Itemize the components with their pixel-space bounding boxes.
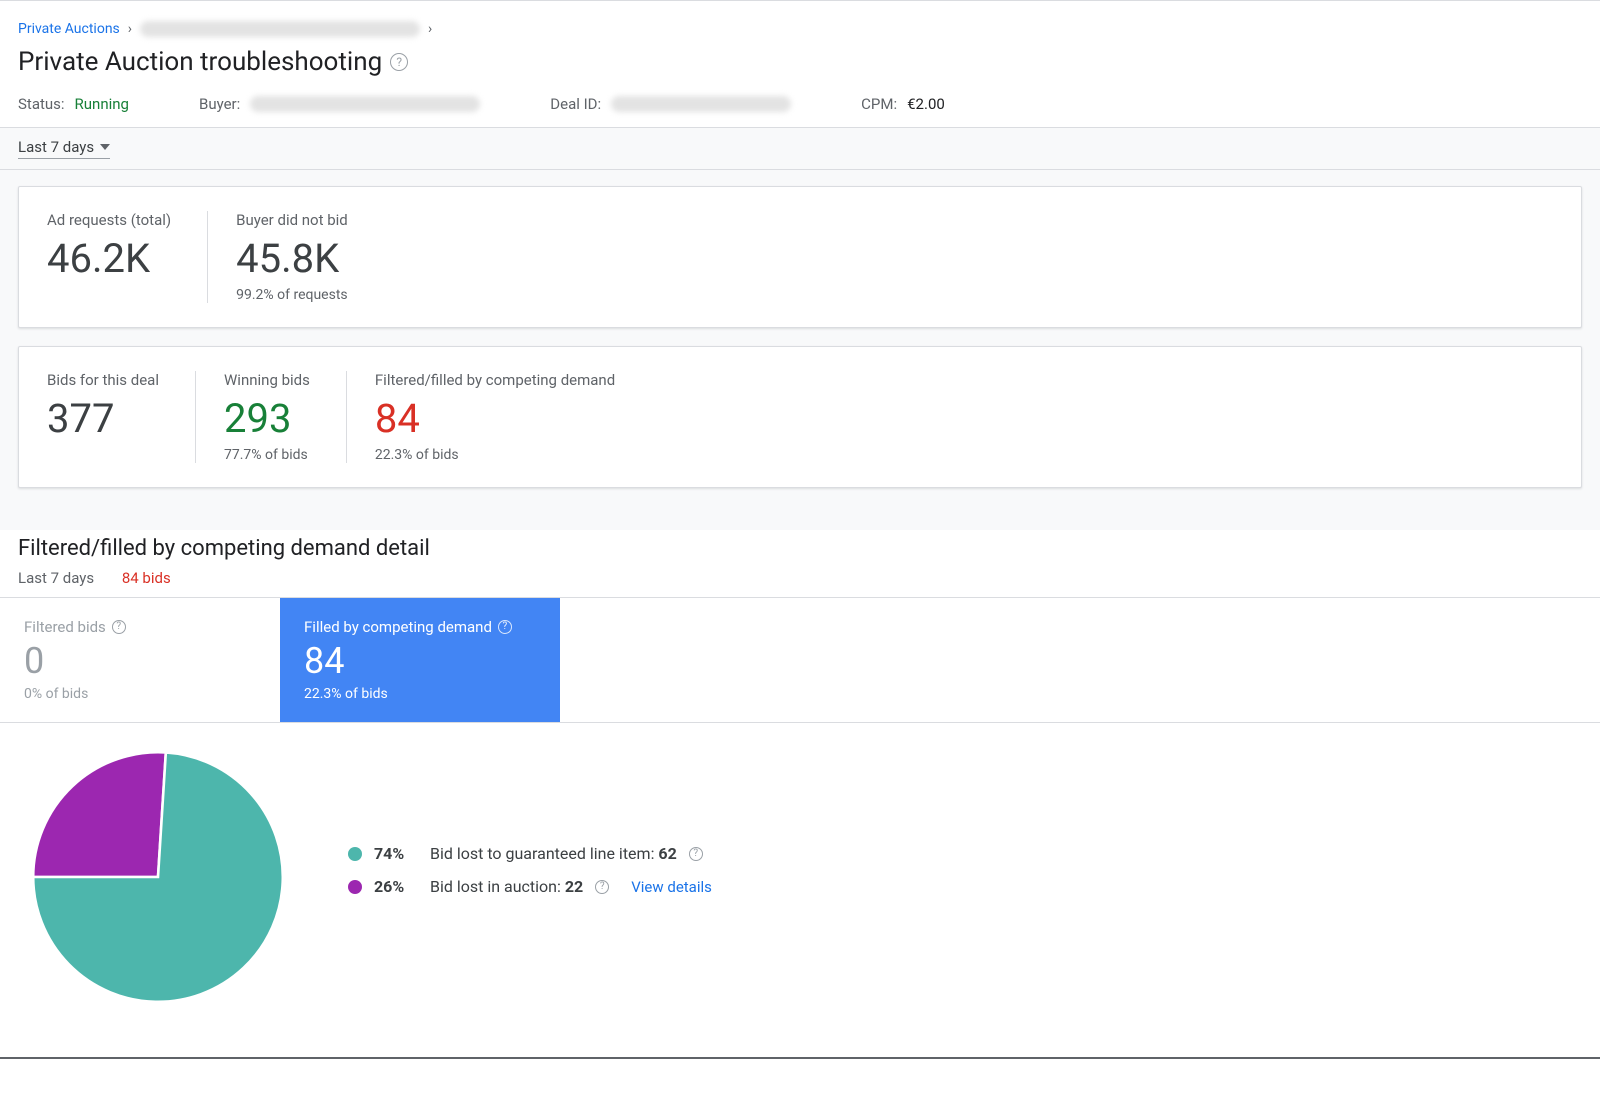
stat-value: 46.2K — [47, 237, 171, 281]
tab-sub: 0% of bids — [24, 686, 256, 702]
chevron-down-icon — [100, 144, 110, 150]
pie-row: 74% Bid lost to guaranteed line item: 62… — [0, 723, 1600, 1017]
cpm-pair: CPM: €2.00 — [861, 95, 945, 113]
stat-sub: 99.2% of requests — [236, 287, 348, 303]
buyer-label: Buyer: — [199, 95, 240, 113]
breadcrumb-root-link[interactable]: Private Auctions — [18, 21, 120, 37]
requests-card: Ad requests (total) 46.2K Buyer did not … — [18, 186, 1582, 328]
legend-text: Bid lost to guaranteed line item: — [430, 844, 658, 863]
stat-winning: Winning bids 293 77.7% of bids — [195, 371, 346, 463]
stat-value: 84 — [375, 397, 615, 441]
detail-count: 84 bids — [122, 569, 171, 587]
legend-row-guaranteed: 74% Bid lost to guaranteed line item: 62… — [348, 844, 712, 863]
legend-count: 22 — [565, 877, 583, 896]
tab-filtered-bids[interactable]: Filtered bids ? 0 0% of bids — [0, 598, 280, 722]
tab-label: Filtered bids — [24, 618, 106, 636]
stat-value: 293 — [224, 397, 310, 441]
legend-count: 62 — [658, 844, 676, 863]
tab-value: 84 — [304, 640, 536, 682]
bids-card: Bids for this deal 377 Winning bids 293 … — [18, 346, 1582, 488]
help-icon[interactable]: ? — [390, 53, 408, 71]
stat-label: Ad requests (total) — [47, 211, 171, 229]
meta-row: Status: Running Buyer: Deal ID: CPM: €2.… — [18, 95, 1582, 113]
help-icon[interactable]: ? — [595, 880, 609, 894]
cpm-value: €2.00 — [907, 95, 945, 113]
chevron-right-icon: › — [428, 21, 432, 37]
dealid-label: Deal ID: — [550, 95, 601, 113]
stat-value: 377 — [47, 397, 159, 441]
stat-bids: Bids for this deal 377 — [47, 371, 195, 463]
dealid-pair: Deal ID: — [550, 95, 791, 113]
breadcrumb-item-redacted[interactable] — [140, 21, 420, 37]
pie-chart — [28, 747, 288, 1007]
status-label: Status: — [18, 95, 65, 113]
status-value: Running — [75, 95, 129, 113]
date-range-label: Last 7 days — [18, 138, 94, 156]
stat-sub: 77.7% of bids — [224, 447, 310, 463]
cpm-label: CPM: — [861, 95, 897, 113]
tab-competing-demand[interactable]: Filled by competing demand ? 84 22.3% of… — [280, 598, 560, 722]
detail-range: Last 7 days — [18, 569, 94, 587]
chevron-right-icon: › — [128, 21, 132, 37]
page-title: Private Auction troubleshooting ? — [18, 47, 1582, 77]
help-icon[interactable]: ? — [112, 620, 126, 634]
breadcrumb: Private Auctions › › — [18, 21, 1582, 37]
stat-filtered: Filtered/filled by competing demand 84 2… — [346, 371, 651, 463]
view-details-link[interactable]: View details — [631, 878, 712, 896]
stat-label: Winning bids — [224, 371, 310, 389]
tab-label: Filled by competing demand — [304, 618, 492, 636]
legend-text: Bid lost in auction: — [430, 877, 565, 896]
buyer-pair: Buyer: — [199, 95, 480, 113]
buyer-value-redacted — [250, 96, 480, 112]
stat-label: Buyer did not bid — [236, 211, 348, 229]
legend-percent: 74% — [374, 844, 418, 863]
status-pair: Status: Running — [18, 95, 129, 113]
legend-swatch-icon — [348, 847, 362, 861]
legend-percent: 26% — [374, 877, 418, 896]
page-header: Private Auctions › › Private Auction tro… — [0, 1, 1600, 127]
detail-tabs: Filtered bids ? 0 0% of bids Filled by c… — [0, 597, 1600, 723]
stat-label: Bids for this deal — [47, 371, 159, 389]
detail-section-head: Filtered/filled by competing demand deta… — [0, 530, 1600, 597]
date-range-selector[interactable]: Last 7 days — [18, 138, 110, 159]
stat-sub: 22.3% of bids — [375, 447, 615, 463]
stat-label: Filtered/filled by competing demand — [375, 371, 615, 389]
legend-row-auction: 26% Bid lost in auction: 22 ? View detai… — [348, 877, 712, 896]
dealid-value-redacted — [611, 96, 791, 112]
stat-value: 45.8K — [236, 237, 348, 281]
legend-swatch-icon — [348, 880, 362, 894]
page-title-text: Private Auction troubleshooting — [18, 47, 382, 77]
toolbar: Last 7 days — [0, 127, 1600, 170]
help-icon[interactable]: ? — [498, 620, 512, 634]
tab-value: 0 — [24, 640, 256, 682]
stat-ad-requests: Ad requests (total) 46.2K — [47, 211, 207, 303]
detail-heading: Filtered/filled by competing demand deta… — [18, 536, 1582, 561]
tab-sub: 22.3% of bids — [304, 686, 536, 702]
pie-legend: 74% Bid lost to guaranteed line item: 62… — [348, 844, 712, 910]
stat-no-bid: Buyer did not bid 45.8K 99.2% of request… — [207, 211, 384, 303]
help-icon[interactable]: ? — [689, 847, 703, 861]
